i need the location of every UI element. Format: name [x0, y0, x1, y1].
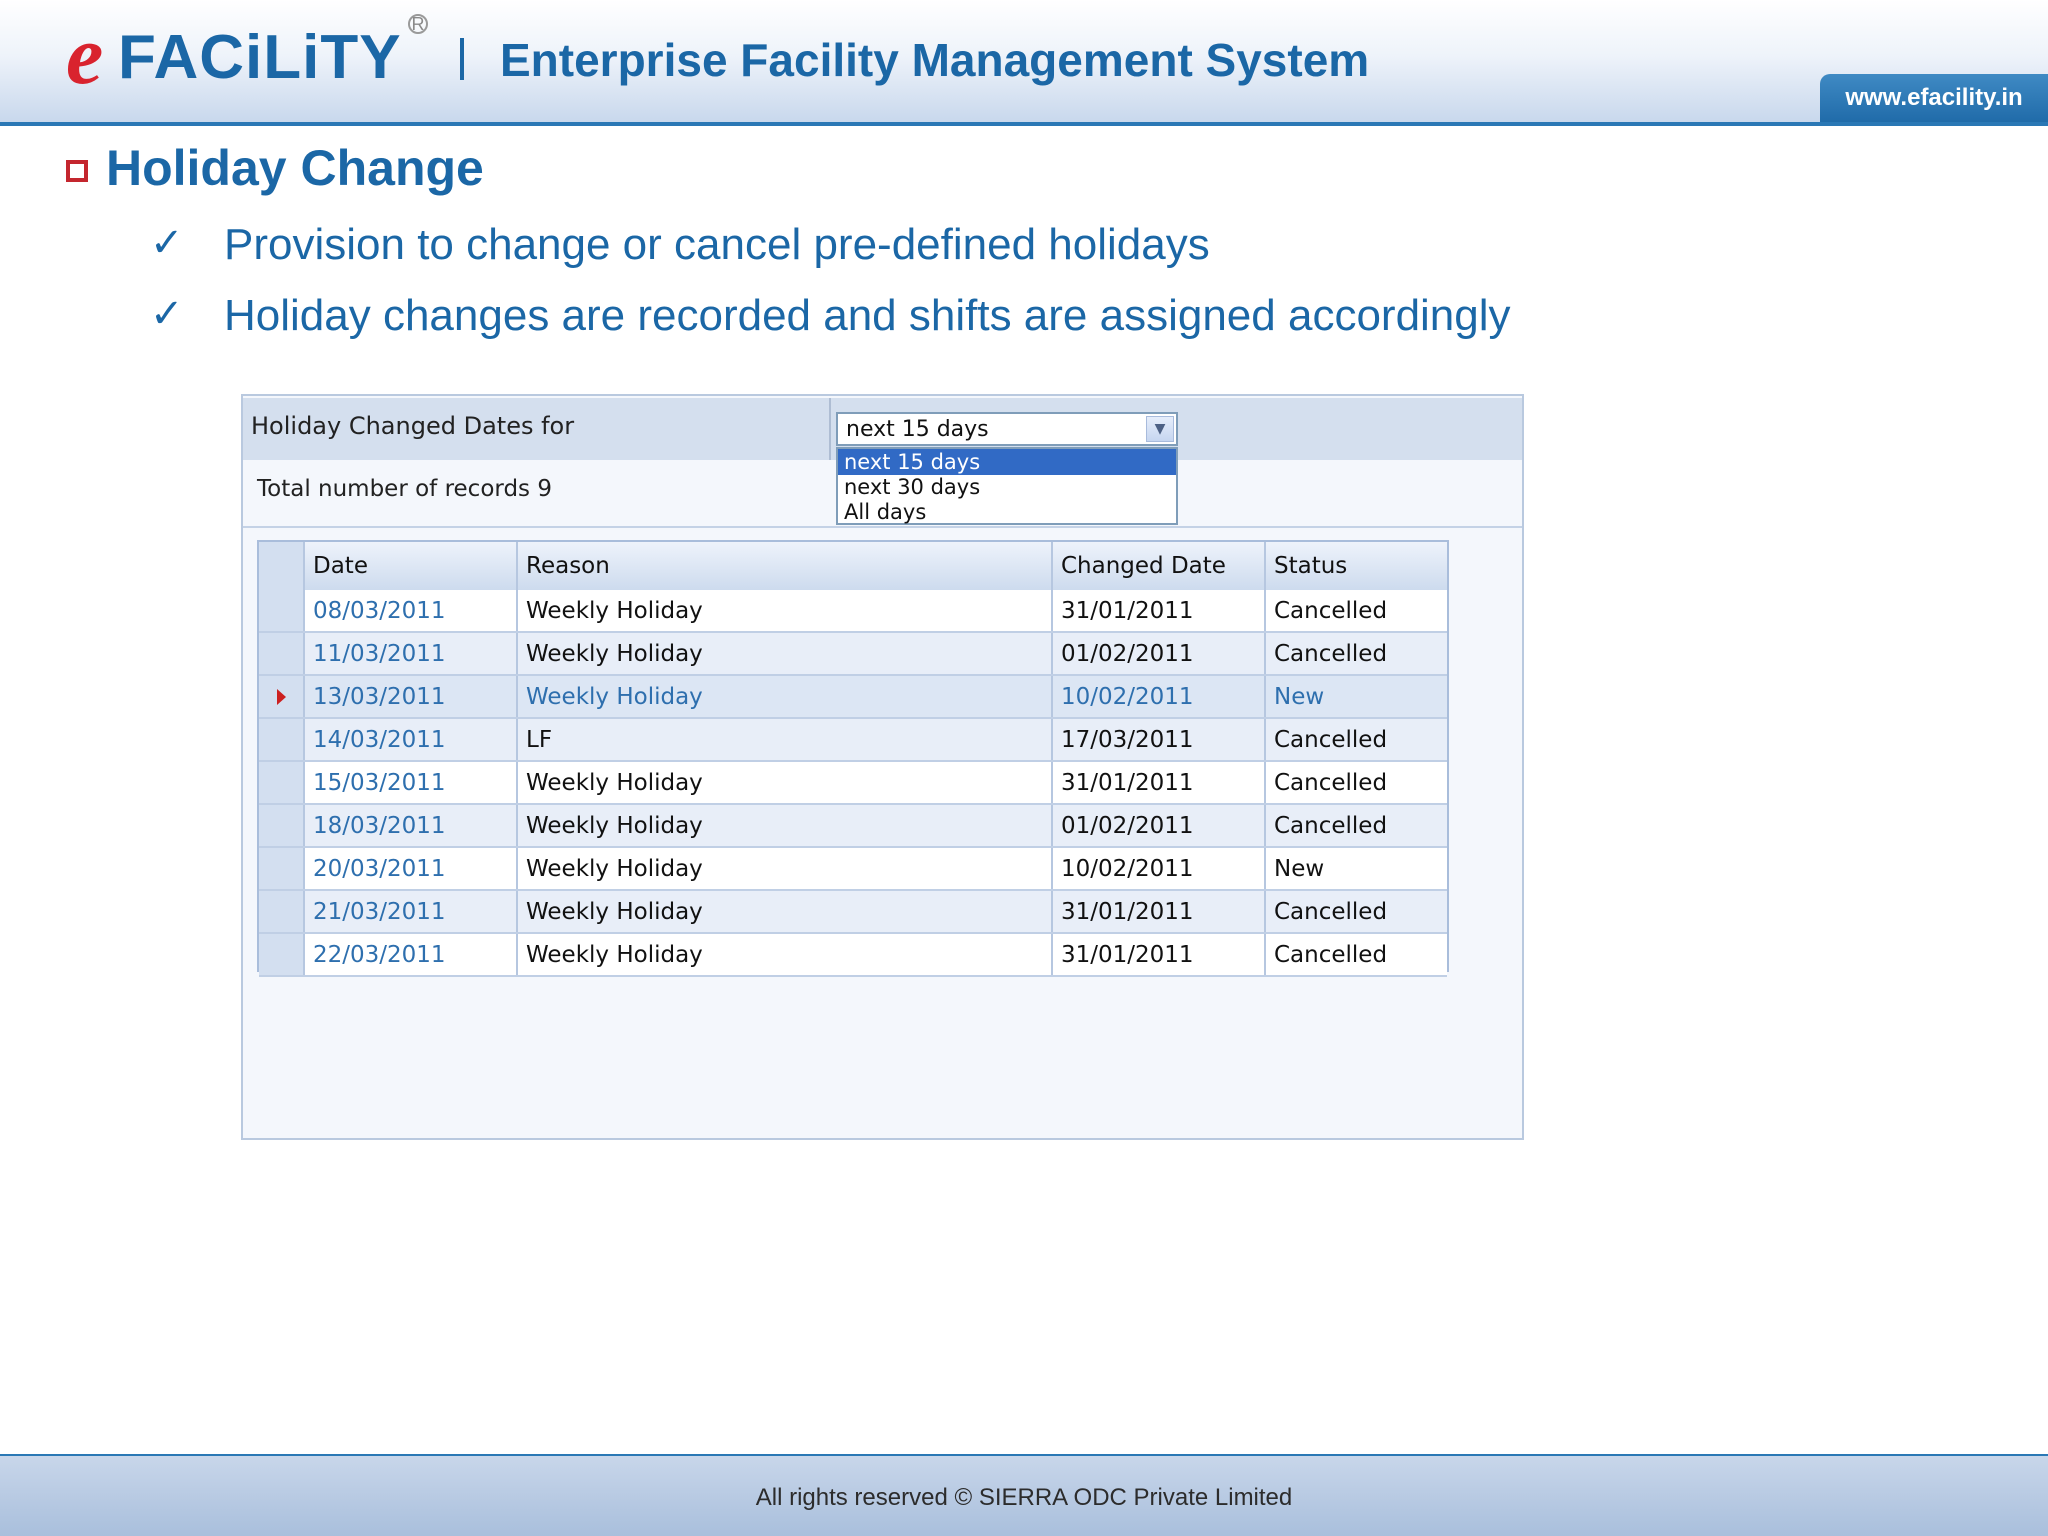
- header-rule: [0, 122, 2048, 126]
- cell-changed-date: 10/02/2011: [1053, 676, 1266, 717]
- header-banner: e FACiLiTY R Enterprise Facility Managem…: [0, 0, 2048, 124]
- cell-changed-date: 10/02/2011: [1053, 848, 1266, 889]
- row-selector[interactable]: [259, 676, 305, 717]
- cell-date: 20/03/2011: [305, 848, 518, 889]
- dropdown-option-next-30-days[interactable]: next 30 days: [838, 474, 1176, 500]
- cell-status: New: [1274, 855, 1325, 882]
- date-range-dropdown-list: next 15 days next 30 days All days: [836, 447, 1178, 525]
- cell-status: Cancelled: [1274, 640, 1388, 667]
- cell-date: 18/03/2011: [305, 805, 518, 846]
- cell-changed-date: 31/01/2011: [1053, 934, 1266, 975]
- cell-date: 14/03/2011: [305, 719, 518, 760]
- cell-reason: Weekly Holiday: [518, 848, 1053, 889]
- table-row[interactable]: 18/03/2011 Weekly Holiday 01/02/2011 Cancel…: [259, 805, 1447, 848]
- cell-date: 13/03/2011: [305, 676, 518, 717]
- table-row[interactable]: 14/03/2011 LF 17/03/2011 Cancelled: [259, 719, 1447, 762]
- registered-trademark-icon: R: [408, 14, 428, 34]
- column-header-changed-date[interactable]: Changed Date: [1053, 542, 1266, 590]
- table-row[interactable]: 08/03/2011 Weekly Holiday 31/01/2011 Cancel…: [259, 590, 1447, 633]
- row-selector[interactable]: [259, 762, 305, 803]
- cell-status: New: [1274, 683, 1325, 710]
- cell-status: Cancelled: [1274, 941, 1388, 968]
- table-row[interactable]: 13/03/2011 Weekly Holiday 10/02/2011 New: [259, 676, 1447, 719]
- dropdown-option-all-days[interactable]: All days: [838, 499, 1176, 525]
- cell-changed-date: 31/01/2011: [1053, 590, 1266, 631]
- column-header-date[interactable]: Date: [305, 542, 518, 590]
- table-row[interactable]: 22/03/2011 Weekly Holiday 31/01/2011 Cancel…: [259, 934, 1447, 977]
- cell-changed-date: 01/02/2011: [1053, 805, 1266, 846]
- cell-date: 22/03/2011: [305, 934, 518, 975]
- grid-header-row: Date Reason Changed Date Status: [259, 542, 1447, 592]
- section-title: Holiday Change: [106, 140, 484, 196]
- cell-status: Cancelled: [1274, 898, 1388, 925]
- chevron-down-icon[interactable]: ▼: [1146, 416, 1174, 442]
- logo-wordmark: FACiLiTY: [118, 23, 402, 92]
- cell-reason: Weekly Holiday: [518, 891, 1053, 932]
- row-selector[interactable]: [259, 719, 305, 760]
- table-row[interactable]: 21/03/2011 Weekly Holiday 31/01/2011 Cancel…: [259, 891, 1447, 934]
- row-selector[interactable]: [259, 934, 305, 975]
- holiday-change-panel: Holiday Changed Dates for next 15 days ▼…: [241, 394, 1524, 1140]
- row-selector[interactable]: [259, 805, 305, 846]
- row-selector[interactable]: [259, 590, 305, 631]
- filter-divider: [829, 398, 831, 460]
- row-selector[interactable]: [259, 891, 305, 932]
- cell-date: 11/03/2011: [305, 633, 518, 674]
- total-records-label: Total number of records 9: [257, 476, 552, 502]
- square-bullet-icon: [66, 160, 88, 182]
- cell-reason: Weekly Holiday: [518, 590, 1053, 631]
- cell-date: 15/03/2011: [305, 762, 518, 803]
- copyright-text: All rights reserved © SIERRA ODC Private…: [755, 1484, 1293, 1511]
- holiday-changes-grid: Date Reason Changed Date Status 08/03/20…: [257, 540, 1449, 977]
- filter-label: Holiday Changed Dates for: [251, 412, 575, 440]
- cell-status: Cancelled: [1274, 597, 1388, 624]
- checkmark-icon: ✓: [150, 220, 184, 266]
- cell-reason: Weekly Holiday: [518, 676, 1053, 717]
- current-row-pointer-icon: [276, 688, 286, 705]
- table-row[interactable]: 20/03/2011 Weekly Holiday 10/02/2011 New: [259, 848, 1447, 891]
- checkmark-icon: ✓: [150, 291, 184, 337]
- row-selector[interactable]: [259, 633, 305, 674]
- logo-e-letter: e: [66, 9, 104, 102]
- date-range-select[interactable]: next 15 days ▼: [836, 412, 1178, 446]
- header-title: Enterprise Facility Management System: [500, 34, 1370, 86]
- cell-reason: Weekly Holiday: [518, 762, 1053, 803]
- row-selector[interactable]: [259, 848, 305, 889]
- column-header-reason[interactable]: Reason: [518, 542, 1053, 590]
- bullet-point: Holiday changes are recorded and shifts …: [224, 291, 1511, 340]
- cell-date: 08/03/2011: [305, 590, 518, 631]
- cell-reason: Weekly Holiday: [518, 805, 1053, 846]
- table-row[interactable]: 15/03/2011 Weekly Holiday 31/01/2011 Cancel…: [259, 762, 1447, 805]
- cell-reason: Weekly Holiday: [518, 934, 1053, 975]
- dropdown-option-next-15-days[interactable]: next 15 days: [838, 449, 1176, 475]
- website-url-tab[interactable]: www.efacility.in: [1820, 74, 2048, 124]
- table-row[interactable]: 11/03/2011 Weekly Holiday 01/02/2011 Cancel…: [259, 633, 1447, 676]
- header-divider: [460, 38, 464, 80]
- bullet-point: Provision to change or cancel pre-define…: [224, 220, 1210, 269]
- cell-changed-date: 17/03/2011: [1053, 719, 1266, 760]
- column-header-status[interactable]: Status: [1266, 542, 1447, 590]
- cell-changed-date: 31/01/2011: [1053, 891, 1266, 932]
- cell-status: Cancelled: [1274, 769, 1388, 796]
- cell-date: 21/03/2011: [305, 891, 518, 932]
- cell-reason: LF: [518, 719, 1053, 760]
- footer-bar: All rights reserved © SIERRA ODC Private…: [0, 1456, 2048, 1536]
- cell-status: Cancelled: [1274, 812, 1388, 839]
- cell-changed-date: 31/01/2011: [1053, 762, 1266, 803]
- cell-changed-date: 01/02/2011: [1053, 633, 1266, 674]
- date-range-select-value: next 15 days: [846, 417, 989, 442]
- row-selector-header: [259, 542, 305, 590]
- cell-reason: Weekly Holiday: [518, 633, 1053, 674]
- cell-status: Cancelled: [1274, 726, 1388, 753]
